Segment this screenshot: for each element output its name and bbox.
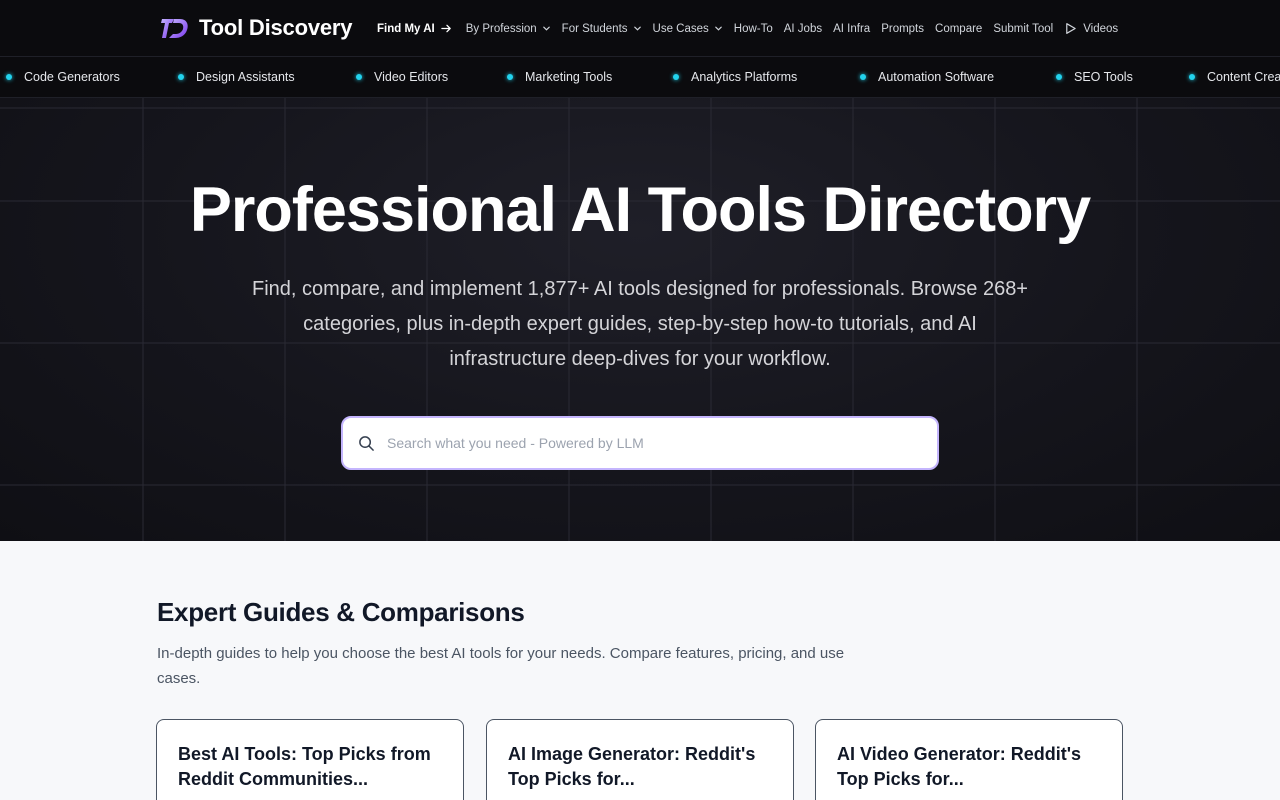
nav-use-cases[interactable]: Use Cases [653,23,723,35]
category-seo-tools[interactable]: SEO Tools [1056,57,1133,97]
guide-card[interactable]: AI Image Generator: Reddit's Top Picks f… [486,719,794,800]
category-label: Code Generators [24,70,120,84]
category-code-generators[interactable]: Code Generators [6,57,120,97]
nav-for-students-label: For Students [561,22,628,35]
bullet-dot [178,74,184,80]
nav-find-my-ai-label: Find My AI [377,22,435,35]
hero-subtitle: Find, compare, and implement 1,877+ AI t… [251,278,1028,370]
nav-by-profession[interactable]: By Profession [466,23,551,35]
brand-link[interactable]: Tool Discovery [160,14,352,42]
category-label: Design Assistants [196,70,295,84]
category-label: Analytics Platforms [691,70,798,84]
search-icon [359,435,374,451]
nav-ai-infra[interactable]: AI Infra [833,23,870,35]
search-box[interactable] [341,416,939,470]
bullet-dot [356,74,362,80]
hero-title: Professional AI Tools Directory [189,175,1091,245]
nav-for-students[interactable]: For Students [562,23,642,35]
play-icon [1066,23,1076,34]
chevron-down-icon [542,26,550,31]
nav-use-cases-label: Use Cases [652,22,709,35]
guide-card[interactable]: AI Video Generator: Reddit's Top Picks f… [815,719,1123,800]
category-automation-software[interactable]: Automation Software [860,57,994,97]
chevron-down-icon [633,26,641,31]
arrow-right-icon [440,24,451,33]
category-label: Content Creation [1207,70,1280,84]
nav-how-to[interactable]: How-To [734,23,773,35]
nav-find-my-ai[interactable]: Find My AI [377,23,452,35]
guides-section-subtitle: In-depth guides to help you choose the b… [157,645,845,687]
brand-name: Tool Discovery [199,15,353,40]
logo-icon [161,19,188,38]
bullet-dot [507,74,513,80]
guide-card[interactable]: Best AI Tools: Top Picks from Reddit Com… [156,719,464,800]
category-label: Automation Software [878,70,995,84]
category-label: Video Editors [374,70,449,84]
nav-by-profession-label: By Profession [465,22,537,35]
bullet-dot [1056,74,1062,80]
guide-card-title: Best AI Tools: Top Picks from Reddit Com… [178,744,431,789]
category-label: SEO Tools [1074,70,1133,84]
guides-section-title: Expert Guides & Comparisons [157,597,525,627]
category-ticker: Code Generators Design Assistants Video … [0,57,1280,98]
nav-prompts[interactable]: Prompts [881,23,924,35]
search-input[interactable] [387,435,907,451]
nav-videos[interactable]: Videos [1064,22,1118,35]
main-menu: Find My AI By Profession For Students Us… [377,0,1129,57]
chevron-down-icon [714,26,722,31]
bullet-dot [860,74,866,80]
nav-compare[interactable]: Compare [935,23,982,35]
bullet-dot [673,74,679,80]
guide-card-title: AI Video Generator: Reddit's Top Picks f… [837,744,1081,789]
guide-card-title: AI Image Generator: Reddit's Top Picks f… [508,744,756,789]
bullet-dot [6,74,12,80]
nav-submit-tool[interactable]: Submit Tool [993,23,1053,35]
category-design-assistants[interactable]: Design Assistants [178,57,295,97]
hero-section: Professional AI Tools Directory Find, co… [0,98,1280,541]
category-marketing-tools[interactable]: Marketing Tools [507,57,612,97]
nav-videos-label: Videos [1083,22,1119,35]
nav-ai-jobs[interactable]: AI Jobs [784,23,822,35]
bullet-dot [1189,74,1195,80]
category-content-creation[interactable]: Content Creation [1189,57,1280,97]
category-analytics-platforms[interactable]: Analytics Platforms [673,57,797,97]
top-navbar: Tool Discovery Find My AI By Profession … [0,0,1280,57]
category-video-editors[interactable]: Video Editors [356,57,448,97]
category-label: Marketing Tools [525,70,613,84]
